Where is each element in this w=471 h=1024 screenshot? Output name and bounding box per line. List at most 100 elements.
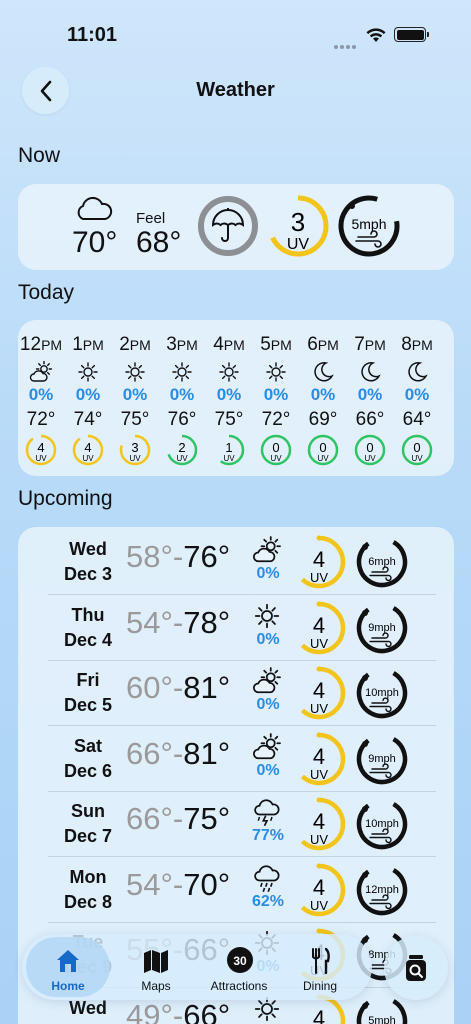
- day-uv-label: UV: [310, 832, 328, 847]
- range-separator: -: [172, 670, 184, 705]
- signal-dots-icon: [334, 36, 358, 49]
- house-icon: [57, 950, 79, 972]
- hour-number: 5: [260, 334, 271, 355]
- day-uv-gauge: 4UV: [292, 732, 346, 785]
- day-row[interactable]: Fri Dec 5 60°-81° 0% 4 UV 10mph: [18, 660, 454, 726]
- tab-home[interactable]: Home: [26, 937, 110, 997]
- day-precip: 0%: [256, 696, 280, 713]
- tab-dining-label: Dining: [302, 979, 338, 993]
- hour-number: 2: [119, 334, 130, 355]
- hour-column[interactable]: 2PM 0% 75° 3 UV: [112, 320, 158, 476]
- day-wind-gauge: 12mph: [356, 864, 408, 915]
- moon-icon: [408, 362, 428, 382]
- battery-icon: [394, 27, 429, 42]
- day-high-temp: 81°: [183, 670, 231, 705]
- day-low-temp: 66°: [126, 735, 173, 771]
- day-high-temp: 81°: [183, 735, 231, 771]
- hour-uv-value: 0: [319, 440, 326, 455]
- hourly-forecast-card[interactable]: 12PM 0% 72° 4 UV 1PM 0% 74° 4 UV 2PM 0% 75° 3 UV 3PM 0% 7…: [18, 320, 454, 476]
- range-separator: -: [172, 801, 184, 836]
- search-jar-icon: [406, 955, 426, 981]
- hour-uv-label: UV: [364, 454, 376, 463]
- day-precip: 62%: [251, 892, 285, 910]
- thunderstorm-icon: [254, 799, 280, 827]
- day-temp-range: 54°-78°: [126, 605, 230, 641]
- hour-column[interactable]: 1PM 0% 74° 4 UV: [65, 320, 111, 476]
- hour-column[interactable]: 12PM 0% 72° 4 UV: [18, 320, 64, 476]
- day-wind-value: 6mph: [368, 556, 396, 568]
- hour-column[interactable]: 7PM 0% 66° 0 UV: [347, 320, 393, 476]
- partly-sunny-icon: [253, 732, 281, 759]
- tab-attractions-label: Attractions: [210, 979, 268, 993]
- hour-uv-value: 0: [413, 440, 420, 455]
- hour-ampm: PM: [411, 337, 433, 353]
- day-row[interactable]: Sat Dec 6 66°-81° 0% 4 UV 9mph: [18, 726, 454, 792]
- day-high-temp: 75°: [183, 801, 231, 836]
- hour-label: 1PM: [65, 334, 111, 356]
- tab-maps[interactable]: Maps: [114, 937, 198, 997]
- current-uv-gauge: 3 UV: [266, 194, 330, 263]
- hour-uv-value: 0: [272, 440, 279, 455]
- current-uv-label: UV: [287, 236, 310, 253]
- hour-label: 8PM: [394, 334, 440, 356]
- day-date: Dec 6: [63, 760, 113, 781]
- day-row[interactable]: Sun Dec 7 66°-75° 77% 4 UV 10mph: [18, 791, 454, 857]
- day-row[interactable]: Wed Dec 3 58°-76° 0% 4 UV 6mph: [18, 529, 454, 595]
- day-wind-gauge: 9mph: [356, 733, 408, 784]
- day-row[interactable]: Mon Dec 8 54°-70° 62% 4 UV 12mph: [18, 857, 454, 923]
- hour-number: 12: [19, 334, 42, 355]
- hour-precip: 0%: [357, 385, 383, 404]
- day-precip: 0%: [256, 630, 280, 648]
- hour-temp: 75°: [214, 409, 244, 430]
- day-name: Mon Dec 8: [46, 865, 130, 915]
- moon-icon: [314, 362, 334, 382]
- hour-uv-value: 4: [37, 440, 44, 455]
- hour-column[interactable]: 3PM 0% 76° 2 UV: [159, 320, 205, 476]
- hour-column[interactable]: 5PM 0% 72° 0 UV: [253, 320, 299, 476]
- day-high-temp: 66°: [183, 997, 231, 1024]
- hour-number: 3: [166, 334, 177, 355]
- hour-temp: 74°: [73, 409, 103, 430]
- hour-precip: 0%: [75, 385, 101, 404]
- hour-uv-label: UV: [176, 454, 188, 463]
- day-weekday: Sat: [73, 735, 102, 756]
- hour-uv-gauge: 3UV: [119, 434, 151, 466]
- hour-uv-gauge: 0UV: [354, 434, 386, 466]
- hour-number: 7: [354, 334, 365, 355]
- hour-column[interactable]: 8PM 0% 64° 0 UV: [394, 320, 440, 476]
- map-icon: [144, 950, 168, 973]
- range-separator: -: [172, 997, 184, 1024]
- partly-sunny-icon: [29, 360, 53, 382]
- day-temp-range: 58°-76°: [126, 539, 230, 575]
- search-button[interactable]: [384, 936, 448, 1000]
- day-uv-label: UV: [310, 767, 328, 782]
- day-temp-range: 66°-75°: [126, 801, 230, 837]
- day-date: Dec 3: [63, 564, 113, 584]
- day-uv-label: UV: [310, 570, 328, 585]
- hour-temp: 72°: [261, 409, 291, 430]
- day-low-temp: 60°: [126, 670, 173, 705]
- day-uv-gauge: 4UV: [292, 535, 346, 589]
- day-low-temp: 54°: [126, 604, 173, 640]
- day-uv-label: UV: [310, 636, 328, 651]
- day-row[interactable]: Thu Dec 4 54°-78° 0% 4 UV 9mph: [18, 595, 454, 661]
- day-wind-value: 10mph: [365, 687, 399, 699]
- day-uv-value: 4: [313, 678, 325, 703]
- day-wind-value: 9mph: [368, 753, 396, 765]
- day-date: Dec 7: [63, 826, 113, 846]
- hour-column[interactable]: 4PM 0% 75° 1 UV: [206, 320, 252, 476]
- current-temp: 70°: [72, 226, 118, 259]
- hour-column[interactable]: 6PM 0% 69° 0 UV: [300, 320, 346, 476]
- day-name: Sat Dec 6: [46, 734, 130, 784]
- day-weekday: Sun: [71, 801, 105, 821]
- attractions-badge-icon: 30: [227, 947, 253, 973]
- section-title-today: Today: [18, 281, 75, 304]
- tab-attractions[interactable]: 30 Attractions: [197, 937, 281, 997]
- day-date: Dec 4: [63, 629, 113, 650]
- tab-dining[interactable]: Dining: [278, 937, 362, 997]
- day-uv-label: UV: [310, 898, 328, 913]
- hour-uv-gauge: 0UV: [401, 434, 433, 466]
- day-wind-value: 10mph: [365, 818, 399, 830]
- day-wind-value: 9mph: [368, 622, 396, 634]
- hour-uv-label: UV: [82, 454, 94, 463]
